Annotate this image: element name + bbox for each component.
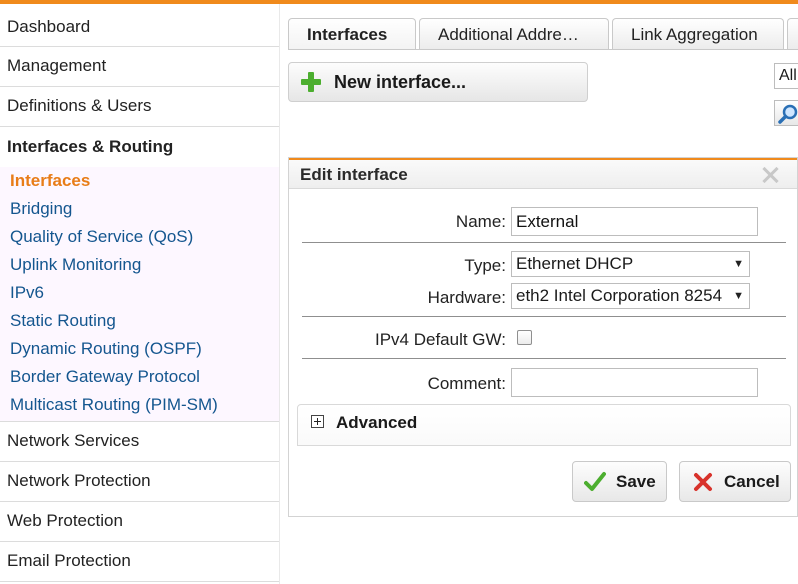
sidebar-item-email-protection[interactable]: Email Protection [0,542,279,582]
sidebar-item-network-services[interactable]: Network Services [0,422,279,462]
main-content: Interfaces Additional Addre… Link Aggreg… [288,18,798,584]
hardware-value: eth2 Intel Corporation 8254 [516,286,723,305]
panel-title: Edit interface [300,165,408,184]
comment-label: Comment: [427,374,506,393]
separator [302,316,786,317]
type-label: Type: [464,256,506,275]
save-label: Save [616,471,656,491]
plus-icon [300,71,322,93]
edit-interface-panel: Edit interface Name: Type: Ethernet DHCP… [288,157,798,517]
check-icon [584,471,606,491]
tab-link-aggregation[interactable]: Link Aggregation [612,18,784,49]
sidebar-subitem-bridging[interactable]: Bridging [0,195,279,223]
tab-overflow[interactable] [787,18,798,49]
expand-icon [311,415,324,428]
sidebar-subitem-static-routing[interactable]: Static Routing [0,307,279,335]
tab-additional-addresses[interactable]: Additional Addre… [419,18,609,49]
sidebar-subitem-qos[interactable]: Quality of Service (QoS) [0,223,279,251]
advanced-label: Advanced [336,413,418,432]
save-button[interactable]: Save [572,461,667,502]
tab-interfaces[interactable]: Interfaces [288,18,416,49]
advanced-section-toggle[interactable]: Advanced [297,404,791,446]
type-value: Ethernet DHCP [516,254,634,273]
cancel-label: Cancel [724,471,780,491]
hardware-select[interactable]: eth2 Intel Corporation 8254 ▼ [511,283,750,309]
sidebar-item-network-protection[interactable]: Network Protection [0,462,279,502]
new-interface-label: New interface... [334,71,467,92]
sidebar-subitem-ospf[interactable]: Dynamic Routing (OSPF) [0,335,279,363]
chevron-down-icon: ▼ [731,284,744,308]
search-button[interactable] [774,100,798,126]
default-gw-checkbox[interactable] [517,330,532,345]
chevron-down-icon: ▼ [733,258,744,270]
hardware-label: Hardware: [427,288,506,307]
sidebar-item-definitions-users[interactable]: Definitions & Users [0,87,279,127]
sidebar-subitem-ipv6[interactable]: IPv6 [0,279,279,307]
tab-bar: Interfaces Additional Addre… Link Aggreg… [288,18,798,49]
sidebar-subitem-pim-sm[interactable]: Multicast Routing (PIM-SM) [0,391,279,419]
name-input[interactable] [511,207,758,236]
sidebar-item-management[interactable]: Management [0,47,279,87]
sidebar-item-web-protection[interactable]: Web Protection [0,502,279,542]
sidebar-item-dashboard[interactable]: Dashboard [0,4,279,47]
sidebar-section-interfaces-routing[interactable]: Interfaces & Routing [0,127,279,167]
panel-header: Edit interface [289,158,797,189]
sidebar-submenu: Interfaces Bridging Quality of Service (… [0,167,279,422]
new-interface-button[interactable]: New interface... [288,62,588,102]
type-select[interactable]: Ethernet DHCP ▼ [511,251,750,277]
sidebar-subitem-bgp[interactable]: Border Gateway Protocol [0,363,279,391]
filter-select[interactable]: All [774,63,798,89]
default-gw-label: IPv4 Default GW: [374,330,506,349]
close-icon[interactable] [761,166,779,184]
cancel-button[interactable]: Cancel [679,461,791,502]
separator [302,242,786,243]
comment-input[interactable] [511,368,758,397]
tab-divider [288,49,798,50]
separator [302,358,786,359]
sidebar-subitem-interfaces[interactable]: Interfaces [0,167,279,195]
x-icon [694,472,712,491]
sidebar-subitem-uplink-monitoring[interactable]: Uplink Monitoring [0,251,279,279]
name-label: Name: [455,212,506,231]
search-icon [778,104,798,124]
sidebar: Dashboard Management Definitions & Users… [0,4,280,584]
